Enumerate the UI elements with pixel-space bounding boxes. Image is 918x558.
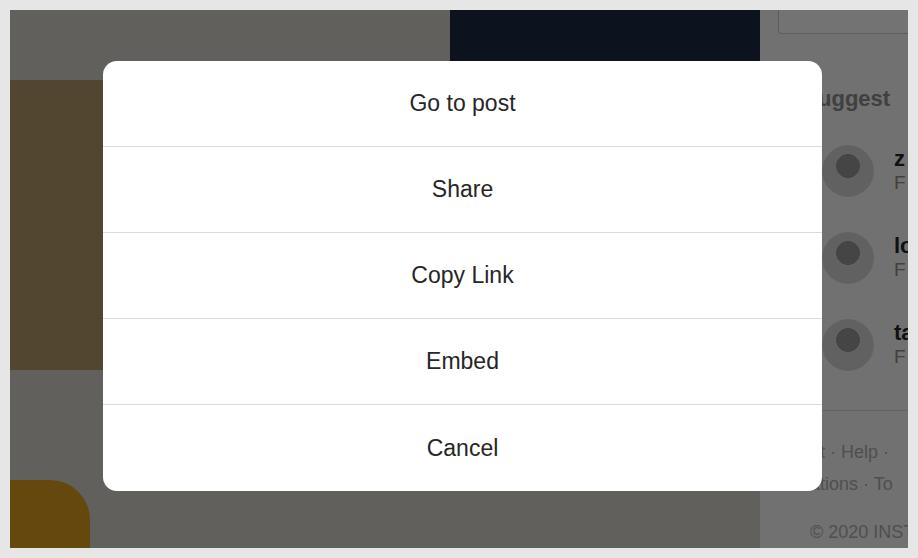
option-button[interactable]: Cancel [103,405,822,491]
options-dialog: Go to postShareCopy LinkEmbedCancel [103,61,822,491]
modal-backdrop[interactable]: Go to postShareCopy LinkEmbedCancel [10,10,908,548]
screen: uggestzFloFtaFut · Help ·ations · To© 20… [10,10,908,548]
option-button[interactable]: Embed [103,319,822,405]
option-button[interactable]: Copy Link [103,233,822,319]
option-button[interactable]: Go to post [103,61,822,147]
screenshot-frame: uggestzFloFtaFut · Help ·ations · To© 20… [0,0,918,558]
option-button[interactable]: Share [103,147,822,233]
